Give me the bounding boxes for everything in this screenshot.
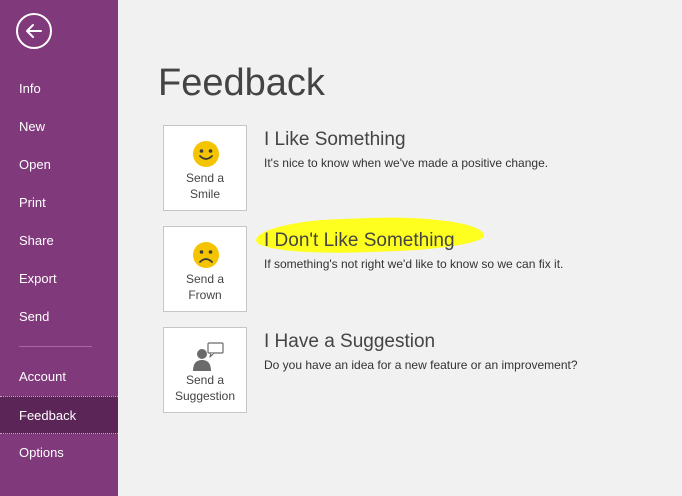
send-smile-button[interactable]: Send a Smile bbox=[163, 125, 247, 211]
sidebar-divider bbox=[19, 346, 92, 347]
option-desc-dislike: If something's not right we'd like to kn… bbox=[264, 257, 564, 271]
feedback-panel: Feedback Send a Smile I Like Something It… bbox=[118, 0, 682, 496]
sidebar-item-new[interactable]: New bbox=[0, 108, 118, 146]
option-desc-like: It's nice to know when we've made a posi… bbox=[264, 156, 549, 170]
sidebar-item-info[interactable]: Info bbox=[0, 70, 118, 108]
page-title: Feedback bbox=[158, 62, 325, 104]
send-frown-button[interactable]: Send a Frown bbox=[163, 226, 247, 312]
sidebar-item-feedback[interactable]: Feedback bbox=[0, 396, 118, 434]
option-desc-suggestion: Do you have an idea for a new feature or… bbox=[264, 358, 578, 372]
tile-label: Send a Suggestion bbox=[174, 373, 236, 403]
tile-label: Send a Smile bbox=[185, 171, 225, 201]
sidebar-item-options[interactable]: Options bbox=[0, 434, 118, 472]
sidebar-item-print[interactable]: Print bbox=[0, 184, 118, 222]
sidebar-item-account[interactable]: Account bbox=[0, 358, 118, 396]
option-title-like: I Like Something bbox=[264, 129, 406, 150]
sidebar-item-open[interactable]: Open bbox=[0, 146, 118, 184]
sidebar-item-export[interactable]: Export bbox=[0, 260, 118, 298]
frown-icon bbox=[193, 242, 219, 268]
send-suggestion-button[interactable]: Send a Suggestion bbox=[163, 327, 247, 413]
smile-icon bbox=[193, 141, 219, 167]
suggestion-icon bbox=[193, 342, 224, 371]
sidebar-item-share[interactable]: Share bbox=[0, 222, 118, 260]
option-title-suggestion: I Have a Suggestion bbox=[264, 331, 436, 352]
backstage-sidebar: Info New Open Print Share Export Send Ac… bbox=[0, 0, 118, 496]
sidebar-item-send[interactable]: Send bbox=[0, 298, 118, 336]
back-button[interactable] bbox=[16, 13, 52, 49]
tile-label: Send a Frown bbox=[185, 272, 225, 302]
back-arrow-icon bbox=[26, 24, 42, 38]
option-title-dislike: I Don't Like Something bbox=[264, 230, 455, 251]
